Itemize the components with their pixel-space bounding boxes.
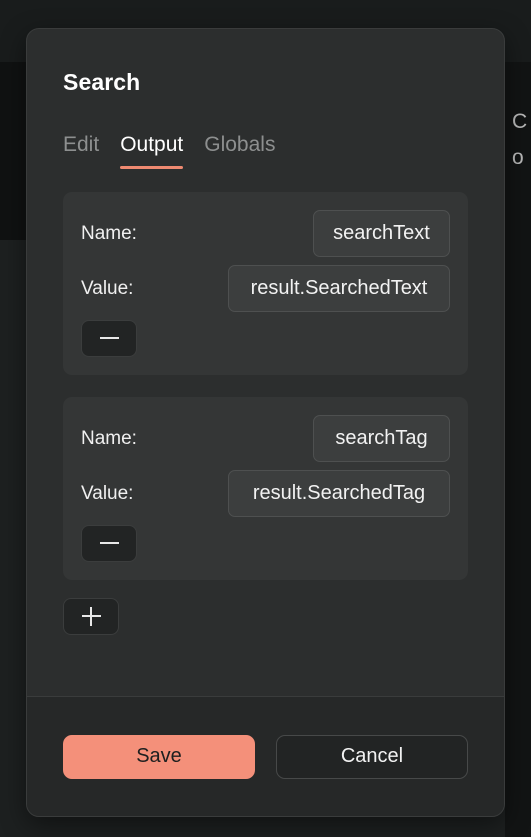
entry-name-input[interactable] (313, 415, 450, 462)
output-entry-card: Name: Value: (63, 397, 468, 580)
entry-value-input[interactable] (228, 265, 450, 312)
tab-edit[interactable]: Edit (63, 132, 99, 169)
dialog-footer: Save Cancel (27, 696, 504, 816)
tab-edit-label: Edit (63, 133, 100, 156)
entry-value-input[interactable] (228, 470, 450, 517)
dialog-body: Search Edit Output Globals Name: Value: (27, 29, 504, 696)
entry-name-label: Name: (81, 427, 137, 449)
entry-value-label: Value: (81, 277, 134, 299)
search-dialog: Search Edit Output Globals Name: Value: (26, 28, 505, 817)
tab-bar: Edit Output Globals (63, 131, 468, 169)
remove-entry-button[interactable] (81, 525, 137, 562)
page-title: Search (63, 69, 141, 95)
minus-icon (99, 534, 119, 553)
entry-name-row: Name: (81, 415, 450, 462)
entry-name-input[interactable] (313, 210, 450, 257)
add-entry-row (63, 598, 468, 635)
background-partial-text: C o (512, 110, 528, 169)
tab-output[interactable]: Output (120, 132, 184, 169)
tab-output-label: Output (120, 133, 184, 156)
entry-value-label: Value: (81, 482, 134, 504)
entry-value-row: Value: (81, 265, 450, 312)
add-entry-button[interactable] (63, 598, 119, 635)
entry-name-label: Name: (81, 222, 137, 244)
plus-icon (81, 607, 101, 626)
output-entry-card: Name: Value: (63, 192, 468, 375)
entry-value-row: Value: (81, 470, 450, 517)
tab-globals[interactable]: Globals (204, 132, 275, 169)
cancel-button[interactable]: Cancel (276, 734, 468, 779)
output-entry-list: Name: Value: Name: (63, 192, 468, 635)
remove-entry-button[interactable] (81, 320, 137, 357)
tab-globals-label: Globals (204, 133, 276, 156)
save-button[interactable]: Save (63, 734, 255, 779)
minus-icon (99, 329, 119, 348)
background-right-column (505, 62, 531, 837)
entry-name-row: Name: (81, 210, 450, 257)
